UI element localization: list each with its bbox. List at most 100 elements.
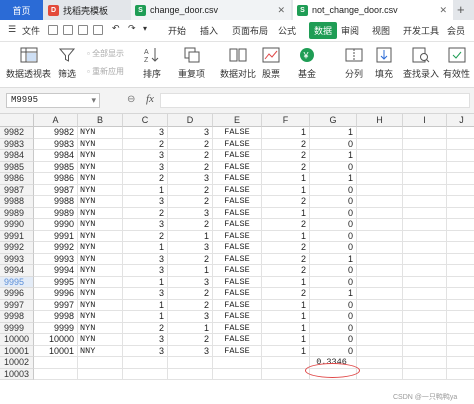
table-cell[interactable]: 1 [262, 184, 310, 196]
row-header[interactable]: 9995 [0, 276, 34, 288]
table-cell[interactable] [357, 368, 403, 380]
chevron-down-icon[interactable]: ▾ [143, 24, 147, 33]
table-cell[interactable]: 1 [310, 173, 357, 185]
stocks-button[interactable]: 股票 [262, 46, 280, 80]
table-cell[interactable] [447, 265, 474, 277]
table-cell[interactable]: 3 [168, 311, 213, 323]
table-cell[interactable]: 2 [123, 138, 168, 150]
table-cell[interactable]: 2 [262, 242, 310, 254]
table-cell[interactable]: 1 [262, 173, 310, 185]
table-cell[interactable] [357, 138, 403, 150]
table-cell[interactable]: 0 [310, 322, 357, 334]
sort-button[interactable]: AZ 排序 [143, 46, 161, 80]
split-column-button[interactable]: 分列 [345, 46, 363, 80]
table-cell[interactable] [357, 322, 403, 334]
table-cell[interactable] [357, 161, 403, 173]
table-cell[interactable]: NYN [78, 299, 123, 311]
table-cell[interactable] [447, 357, 474, 369]
table-cell[interactable]: 9996 [34, 288, 78, 300]
table-cell[interactable] [403, 265, 447, 277]
table-cell[interactable] [357, 230, 403, 242]
table-cell[interactable]: 3 [168, 173, 213, 185]
table-cell[interactable] [447, 311, 474, 323]
table-cell[interactable]: NYN [78, 322, 123, 334]
table-cell[interactable]: 2 [262, 161, 310, 173]
show-all-button[interactable]: ▫ 全部显示 [87, 48, 124, 59]
table-cell[interactable]: FALSE [213, 299, 262, 311]
row-header[interactable]: 9992 [0, 242, 34, 254]
table-cell[interactable]: 1 [310, 288, 357, 300]
table-cell[interactable]: 0 [310, 334, 357, 346]
table-cell[interactable]: 3 [168, 207, 213, 219]
table-cell[interactable]: 0 [310, 219, 357, 231]
table-cell[interactable] [447, 369, 474, 380]
table-cell[interactable] [168, 368, 213, 380]
table-cell[interactable] [357, 173, 403, 185]
table-cell[interactable]: 0 [310, 311, 357, 323]
table-cell[interactable] [403, 299, 447, 311]
table-cell[interactable]: 1 [123, 184, 168, 196]
table-cell[interactable]: FALSE [213, 311, 262, 323]
table-cell[interactable]: 9989 [34, 207, 78, 219]
table-cell[interactable]: 1 [168, 265, 213, 277]
table-cell[interactable] [403, 219, 447, 231]
table-cell[interactable]: NYN [78, 207, 123, 219]
row-header[interactable]: 9988 [0, 196, 34, 208]
row-header[interactable]: 9991 [0, 230, 34, 242]
table-cell[interactable]: NYN [78, 138, 123, 150]
table-cell[interactable]: 9995 [34, 276, 78, 288]
validity-button[interactable]: 有效性 [443, 46, 470, 80]
column-header[interactable]: C [123, 114, 168, 127]
table-cell[interactable] [357, 242, 403, 254]
table-cell[interactable]: 2 [168, 150, 213, 162]
table-cell[interactable] [357, 334, 403, 346]
table-cell[interactable] [403, 288, 447, 300]
table-cell[interactable] [403, 322, 447, 334]
row-header[interactable]: 9987 [0, 184, 34, 196]
table-cell[interactable]: 1 [310, 150, 357, 162]
table-cell[interactable]: 1 [123, 276, 168, 288]
chevron-down-icon[interactable]: ▾ [91, 95, 96, 106]
table-cell[interactable]: 3 [168, 127, 213, 139]
row-header[interactable]: 9982 [0, 127, 34, 139]
close-icon[interactable]: ✕ [439, 5, 447, 16]
table-cell[interactable] [447, 162, 474, 173]
row-header[interactable]: 10001 [0, 345, 34, 357]
table-cell[interactable]: 2 [123, 173, 168, 185]
print-icon[interactable] [78, 25, 88, 35]
row-header[interactable]: 9993 [0, 253, 34, 265]
row-header[interactable]: 9984 [0, 150, 34, 162]
table-cell[interactable]: 1 [262, 345, 310, 357]
table-cell[interactable] [357, 299, 403, 311]
table-cell[interactable]: 1 [262, 207, 310, 219]
table-cell[interactable]: 2 [168, 138, 213, 150]
redo-icon[interactable]: ↷ [128, 23, 136, 34]
table-cell[interactable]: FALSE [213, 207, 262, 219]
tab-not-change-door[interactable]: S not_change_door.csv ✕ [293, 0, 453, 20]
table-cell[interactable]: 1 [168, 230, 213, 242]
table-cell[interactable]: 0 [310, 345, 357, 357]
table-cell[interactable] [34, 368, 78, 380]
funds-button[interactable]: ¥ 基金 [298, 46, 316, 80]
table-cell[interactable]: NYN [78, 253, 123, 265]
table-cell[interactable]: 3 [123, 196, 168, 208]
table-cell[interactable]: 1 [168, 322, 213, 334]
table-cell[interactable]: 9991 [34, 230, 78, 242]
table-cell[interactable] [168, 357, 213, 369]
table-cell[interactable]: 3 [168, 242, 213, 254]
table-cell[interactable]: 1 [310, 127, 357, 139]
table-cell[interactable]: NYN [78, 150, 123, 162]
table-cell[interactable] [403, 230, 447, 242]
table-cell[interactable]: 1 [262, 322, 310, 334]
table-cell[interactable]: 1 [262, 276, 310, 288]
new-tab-button[interactable]: + [457, 2, 465, 17]
column-header[interactable]: B [78, 114, 123, 127]
table-cell[interactable] [403, 161, 447, 173]
table-cell[interactable] [213, 357, 262, 369]
table-cell[interactable]: 2 [168, 196, 213, 208]
table-cell[interactable] [447, 334, 474, 346]
table-cell[interactable]: 9993 [34, 253, 78, 265]
table-cell[interactable]: 2 [262, 150, 310, 162]
table-cell[interactable]: 9985 [34, 161, 78, 173]
table-cell[interactable]: NYN [78, 184, 123, 196]
